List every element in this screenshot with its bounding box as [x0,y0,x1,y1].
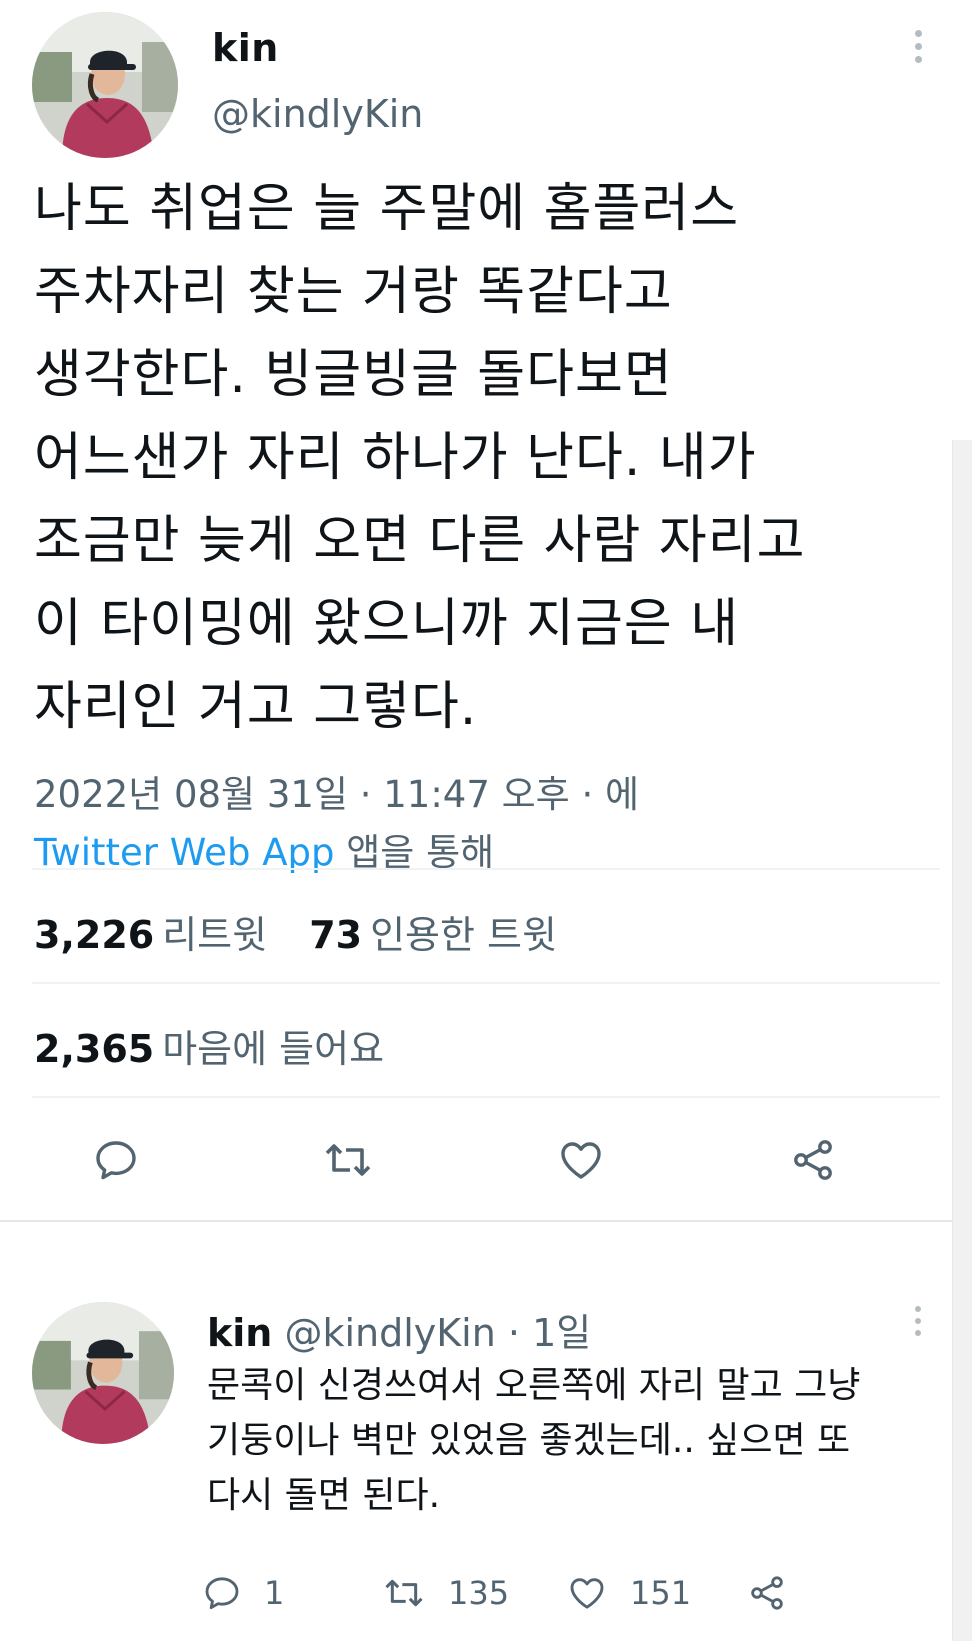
tweet-text-line: 이 타이밍에 왔으니까 지금은 내 [34,594,740,654]
quotes-stat[interactable]: 73 인용한 트윗 [309,913,587,957]
retweets-count: 3,226 [34,913,155,957]
reply-like-button[interactable]: 151 [566,1568,691,1618]
tweet-timestamp[interactable]: 2022년 08월 31일 · 11:47 오후 · 에 [34,764,639,818]
share-icon [794,1140,832,1180]
reply-reply-button[interactable]: 1 [202,1568,284,1618]
scrollbar[interactable] [952,440,972,1641]
reply-text-line: 문콕이 신경쓰여서 오른쪽에 자리 말고 그냥 [207,1365,861,1406]
retweets-stat[interactable]: 3,226 리트윗 [34,913,297,957]
reply-retweet-count: 135 [448,1574,510,1612]
engagement-stats: 3,226 리트윗 73 인용한 트윗 [34,904,587,959]
author-avatar[interactable] [32,12,178,158]
reply-text-line: 기둥이나 벽만 있었음 좋겠는데.. 싶으면 또 [207,1420,851,1461]
tweet-text-line: 주차자리 찾는 거랑 똑같다고 [34,262,673,322]
reply-separator: · [507,1311,521,1355]
reply-reply-count: 1 [264,1574,285,1612]
share-button[interactable] [788,1136,838,1184]
author-name[interactable]: kin [212,26,279,70]
quotes-label: 인용한 트윗 [370,913,557,957]
more-vertical-icon[interactable] [908,1306,928,1346]
quotes-count: 73 [309,913,363,957]
retweet-button[interactable] [322,1136,374,1184]
reply-text: 문콕이 신경쓰여서 오른쪽에 자리 말고 그냥 기둥이나 벽만 있었음 좋겠는데… [207,1358,860,1523]
tweet-text-line: 생각한다. 빙글빙글 돌다보면 [34,345,673,405]
reply-icon [205,1577,239,1610]
retweet-icon [325,1144,371,1176]
retweet-icon [385,1579,423,1607]
reply-author-handle[interactable]: @kindlyKin [284,1311,495,1355]
reply-header: kin @kindlyKin · 1일 [207,1302,591,1357]
reply-author-name[interactable]: kin [207,1311,272,1355]
like-button[interactable] [556,1136,606,1184]
like-icon [570,1578,604,1609]
more-vertical-icon[interactable] [908,30,928,74]
reply-text-line: 다시 돌면 된다. [207,1475,441,1516]
reply-icon [96,1141,136,1180]
tweet-text-line: 조금만 늦게 오면 다른 사람 자리고 [34,511,806,571]
likes-label: 마음에 들어요 [162,1027,385,1071]
share-icon [751,1576,783,1610]
divider [32,1096,940,1098]
section-divider [0,1220,952,1222]
reply-author-avatar[interactable] [32,1302,174,1444]
reply-retweet-button[interactable]: 135 [382,1568,509,1618]
likes-stat[interactable]: 2,365 마음에 들어요 [34,1018,414,1073]
reply-button[interactable] [92,1136,140,1184]
reply-time[interactable]: 1일 [532,1311,591,1355]
tweet-text-line: 나도 취업은 늘 주말에 홈플러스 [34,179,740,239]
reply-like-count: 151 [630,1574,692,1612]
like-icon [561,1142,601,1179]
divider [32,868,940,870]
likes-count: 2,365 [34,1027,155,1071]
retweets-label: 리트윗 [162,913,268,957]
tweet-text-line: 어느샌가 자리 하나가 난다. 내가 [34,428,757,488]
divider [32,982,940,984]
author-handle[interactable]: @kindlyKin [212,92,423,136]
tweet-text-line: 자리인 거고 그렇다. [34,677,478,737]
reply-share-button[interactable] [746,1568,788,1618]
tweet-text: 나도 취업은 늘 주말에 홈플러스 주차자리 찾는 거랑 똑같다고 생각한다. … [34,168,934,749]
